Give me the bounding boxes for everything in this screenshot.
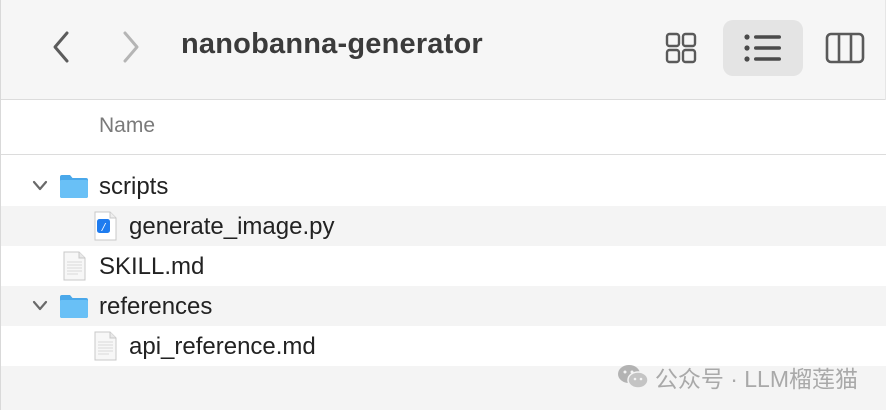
folder-icon (60, 295, 88, 318)
file-name: references (99, 293, 213, 320)
name-column-header[interactable]: Name (99, 114, 155, 138)
file-name: generate_image.py (129, 213, 335, 240)
toolbar: nanobanna-generator (1, 0, 886, 100)
file-name: api_reference.md (129, 333, 316, 360)
wechat-icon (617, 365, 649, 389)
disclosure-expanded-icon[interactable] (31, 177, 49, 195)
finder-window: nanobanna-generator Name scripts / gener… (0, 0, 886, 410)
python-file-icon: / (94, 211, 117, 241)
column-view-button[interactable] (805, 20, 885, 76)
watermark-text: 公众号 · LLM榴莲猫 (654, 366, 858, 392)
file-name: SKILL.md (99, 253, 205, 280)
column-header: Name (1, 100, 886, 155)
folder-row-references[interactable]: references (1, 286, 886, 326)
document-icon (94, 331, 117, 361)
folder-icon (60, 175, 88, 198)
grid-icon (665, 32, 697, 64)
file-row-generate-image[interactable]: / generate_image.py (1, 206, 886, 246)
list-icon (744, 34, 781, 62)
file-row-skill[interactable]: SKILL.md (1, 246, 886, 286)
icon-view-button[interactable] (641, 20, 721, 76)
forward-button[interactable] (111, 22, 151, 72)
file-list: scripts / generate_image.py SKILL.md ref… (1, 166, 886, 366)
watermark: 公众号 · LLM榴莲猫 (617, 360, 858, 394)
columns-icon (825, 32, 865, 64)
window-title: nanobanna-generator (181, 28, 483, 60)
chevron-right-icon (123, 31, 139, 63)
back-button[interactable] (41, 22, 81, 72)
chevron-left-icon (53, 31, 69, 63)
document-icon (63, 251, 86, 281)
folder-row-scripts[interactable]: scripts (1, 166, 886, 206)
disclosure-expanded-icon[interactable] (31, 297, 49, 315)
file-name: scripts (99, 173, 169, 200)
list-view-button[interactable] (723, 20, 803, 76)
